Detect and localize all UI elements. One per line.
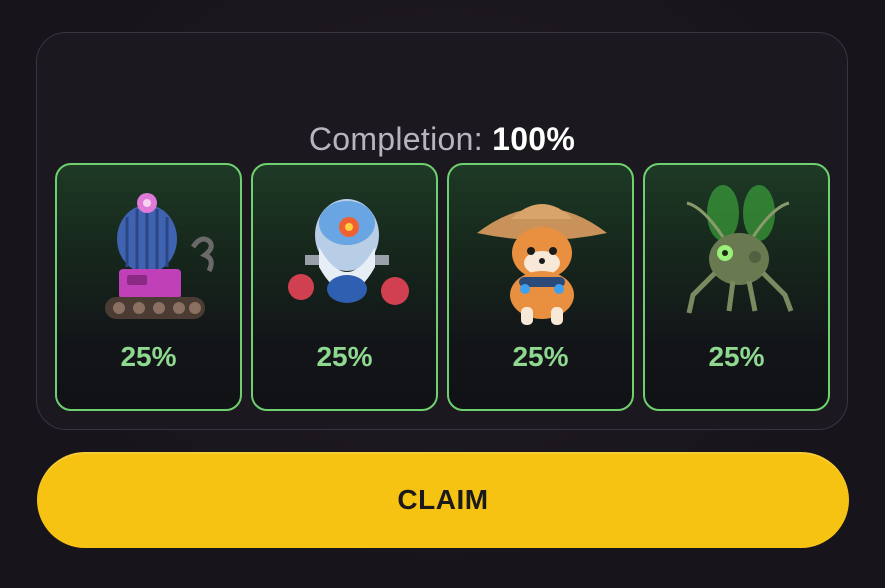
card-percent: 25% — [120, 341, 177, 372]
collectible-card-3[interactable]: 25% — [447, 163, 634, 411]
card-percent: 25% — [316, 341, 373, 372]
claim-button[interactable]: CLAIM — [37, 452, 849, 548]
collectible-card-4[interactable]: 25% — [643, 163, 830, 411]
collectible-card-2[interactable]: 25% — [251, 163, 438, 411]
boxing-robot-icon — [288, 199, 409, 305]
mech-bug-icon — [686, 185, 794, 314]
reward-screen: Completion: 100% 25% 25% 25% 25% CLAIM — [0, 0, 885, 588]
shiba-dog-icon — [477, 204, 607, 325]
completion-value: 100% — [492, 121, 576, 157]
cactus-tank-icon — [105, 193, 214, 319]
collectible-card-1[interactable]: 25% — [55, 163, 242, 411]
completion-heading: Completion: 100% — [37, 119, 847, 159]
card-percent: 25% — [708, 341, 765, 372]
card-percent: 25% — [512, 341, 569, 372]
completion-label: Completion: — [308, 121, 483, 157]
